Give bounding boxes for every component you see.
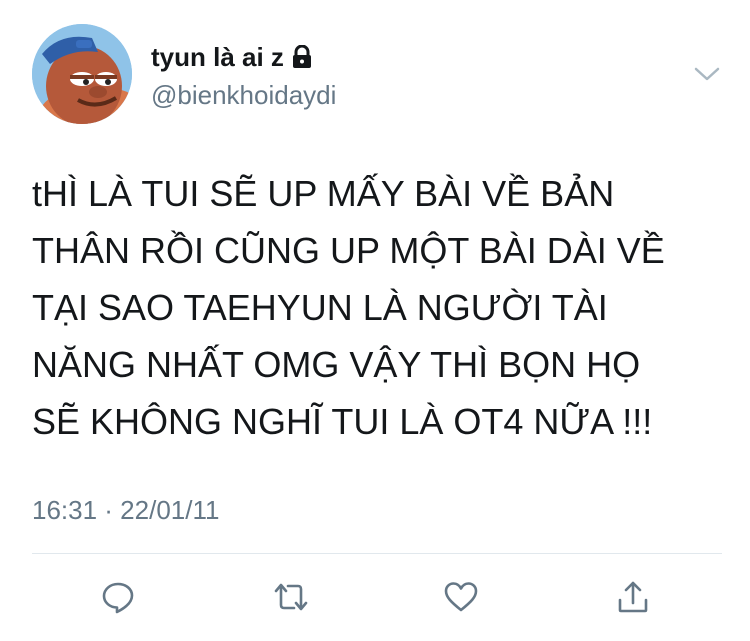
share-button[interactable] <box>613 577 653 617</box>
tweet-text-line: NĂNG NHẤT OMG VẬY THÌ BỌN HỌ <box>32 344 641 385</box>
chevron-down-icon[interactable] <box>693 62 721 84</box>
tweet-text-line: tHÌ LÀ TUI SẼ UP MẤY BÀI VỀ BẢN <box>32 173 615 214</box>
reply-button[interactable] <box>98 577 138 617</box>
tweet-text-line: SẼ KHÔNG NGHĨ TUI LÀ OT4 NỮA !!! <box>32 401 653 442</box>
user-handle[interactable]: @bienkhoidaydi <box>151 80 336 110</box>
heart-icon <box>444 582 478 612</box>
avatar[interactable] <box>32 24 132 124</box>
like-button[interactable] <box>441 577 481 617</box>
retweet-button[interactable] <box>271 577 311 617</box>
divider <box>32 553 722 554</box>
tweet-text-line: TẠI SAO TAEHYUN LÀ NGƯỜI TÀI <box>32 287 608 328</box>
display-name-row[interactable]: tyun là ai z <box>151 42 313 72</box>
tweet-text-line: THÂN RỒI CŨNG UP MỘT BÀI DÀI VỀ <box>32 230 665 271</box>
retweet-icon <box>274 583 308 611</box>
reply-icon <box>102 582 134 614</box>
tweet-text: tHÌ LÀ TUI SẼ UP MẤY BÀI VỀ BẢN THÂN RỒI… <box>32 165 722 450</box>
share-icon <box>618 581 648 613</box>
display-name[interactable]: tyun là ai z <box>151 42 284 72</box>
tweet-timestamp[interactable]: 16:31 · 22/01/11 <box>32 495 219 525</box>
lock-icon <box>291 44 313 69</box>
avatar-image <box>32 24 132 124</box>
